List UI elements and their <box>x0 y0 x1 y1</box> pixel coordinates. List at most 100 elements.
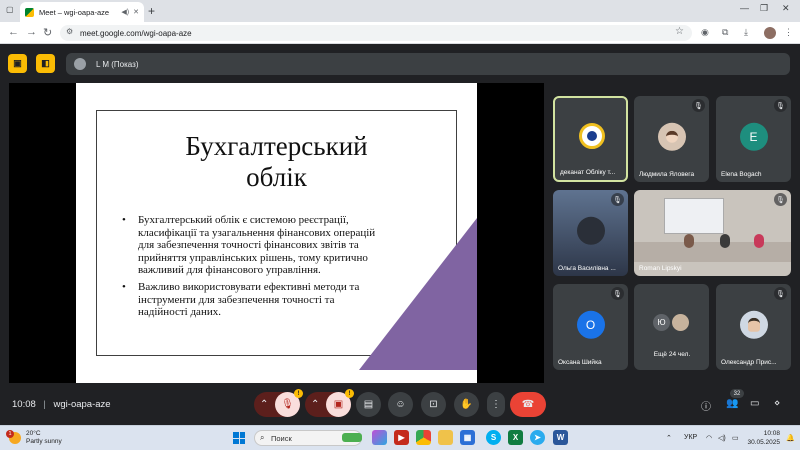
presenter-bar: L M (Показ) <box>66 53 790 75</box>
audio-options-icon[interactable]: ⌃ <box>260 399 268 410</box>
slide-bullets: Бухгалтерський облік є системою реєстрац… <box>122 214 384 323</box>
back-icon[interactable]: ← <box>8 26 19 38</box>
system-clock[interactable]: 10:08 30.05.2025 <box>746 429 780 447</box>
address-bar[interactable]: ⚙ meet.google.com/wgi-oapa-aze ☆ <box>60 25 692 41</box>
browser-tab-meet[interactable]: Meet – wgi-oapa-aze ◀) ✕ <box>20 2 144 22</box>
copilot-icon[interactable] <box>372 430 387 445</box>
start-menu-icon[interactable] <box>233 432 245 444</box>
meet-favicon-icon <box>25 7 34 17</box>
reload-icon[interactable]: ↻ <box>43 26 52 39</box>
camera-off-icon: ▣ <box>333 399 344 410</box>
hang-up-icon: ☎ <box>521 399 535 410</box>
weather-desc: Partly sunny <box>26 438 62 445</box>
presenter-label: L M (Показ) <box>96 59 139 69</box>
battery-icon[interactable]: ▭ <box>732 434 739 442</box>
participant-tile[interactable]: 🎙 E Elena Bogach <box>716 96 791 182</box>
word-icon[interactable]: W <box>553 430 568 445</box>
extension-icon[interactable]: ◉ <box>701 27 709 38</box>
camera-toggle-button[interactable]: ▣ ! <box>326 389 354 417</box>
participant-tile[interactable]: 🎙 О Оксана Шийка <box>553 284 628 370</box>
system-date: 30.05.2025 <box>747 439 780 446</box>
red-app-icon[interactable]: ▶ <box>394 430 409 445</box>
browser-tab-bar: ▢ Meet – wgi-oapa-aze ◀) ✕ + — ❐ ✕ <box>0 0 800 22</box>
language-indicator[interactable]: УКР <box>684 434 697 441</box>
search-highlight-icon[interactable] <box>340 430 364 445</box>
presenter-avatar <box>74 58 86 70</box>
present-screen-icon: ⊡ <box>429 399 438 410</box>
participant-avatar: E <box>739 122 768 151</box>
file-explorer-icon[interactable] <box>438 430 453 445</box>
participant-name: Оксана Шийка <box>558 359 602 366</box>
activities-icon[interactable]: ⋄ <box>774 398 780 409</box>
meeting-details-icon[interactable]: ⓘ <box>701 398 711 413</box>
stop-presenting-icon[interactable]: ▣ <box>8 54 27 73</box>
captions-button[interactable]: ▤ <box>356 392 381 417</box>
telegram-icon[interactable]: ➤ <box>530 430 545 445</box>
puzzle-icon[interactable]: ⧉ <box>722 27 728 38</box>
slide-title-line2: облік <box>246 162 307 192</box>
mic-muted-icon: 🎙 <box>774 287 787 300</box>
site-info-icon[interactable]: ⚙ <box>66 27 73 36</box>
browser-toolbar: ← → ↻ ⚙ meet.google.com/wgi-oapa-aze ☆ ◉… <box>0 22 800 44</box>
more-options-button[interactable]: ⋮ <box>487 392 505 417</box>
profile-avatar[interactable] <box>764 27 776 39</box>
camera-control-group: ⌃ ▣ ! <box>305 389 354 417</box>
participant-tile[interactable]: деканат Обліку т... <box>553 96 628 182</box>
wifi-icon[interactable]: ◠ <box>706 434 712 442</box>
notification-badge: 1 <box>6 430 14 438</box>
present-button[interactable]: ⊡ <box>421 392 446 417</box>
forward-icon[interactable]: → <box>26 26 37 38</box>
mic-off-icon: 🎙 <box>281 399 294 410</box>
participant-tile[interactable]: 🎙 Людмила Яловега <box>634 96 709 182</box>
audio-playing-icon[interactable]: ◀) <box>121 8 129 16</box>
leave-call-button[interactable]: ☎ <box>510 392 546 417</box>
more-vert-icon: ⋮ <box>491 399 501 410</box>
app-icon[interactable]: ▦ <box>460 430 475 445</box>
download-icon[interactable]: ⤓ <box>744 27 748 38</box>
excel-icon[interactable]: X <box>508 430 523 445</box>
chat-icon[interactable]: ▭ <box>750 398 759 409</box>
bookmark-star-icon[interactable]: ☆ <box>675 26 684 37</box>
skype-icon[interactable]: S <box>486 430 501 445</box>
video-options-icon[interactable]: ⌃ <box>311 399 319 410</box>
mic-muted-icon: 🎙 <box>692 99 705 112</box>
chrome-icon[interactable] <box>416 430 431 445</box>
emoji-icon: ☺ <box>395 399 406 410</box>
weather-widget[interactable]: 1 20°C Partly sunny <box>6 430 62 446</box>
presentation-area: Бухгалтерський облік Бухгалтерський облі… <box>9 83 544 383</box>
participant-tile-video[interactable]: 🎙 Roman Lipskyi <box>634 190 791 276</box>
maximize-icon[interactable]: ❐ <box>760 3 768 14</box>
people-icon[interactable]: 👥 <box>726 398 738 409</box>
more-participants-label: Ещё 24 чел. <box>653 351 691 358</box>
participant-name: деканат Обліку т... <box>560 169 616 176</box>
slide-bullet: Бухгалтерський облік є системою реєстрац… <box>122 214 384 277</box>
warning-badge-icon: ! <box>294 389 303 398</box>
more-participants-tile[interactable]: Ю Ещё 24 чел. <box>634 284 709 370</box>
tab-close-icon[interactable]: ✕ <box>133 8 139 16</box>
raise-hand-button[interactable]: ✋ <box>454 392 479 417</box>
tab-title: Meet – wgi-oapa-aze <box>39 7 110 17</box>
layout-icon[interactable]: ◧ <box>36 54 55 73</box>
tab-list-icon[interactable]: ▢ <box>6 5 14 14</box>
emoji-button[interactable]: ☺ <box>388 392 413 417</box>
menu-dots-icon[interactable]: ⋮ <box>784 27 793 38</box>
faculty-logo-icon <box>579 123 605 149</box>
meeting-code: wgi-oapa-aze <box>53 399 111 410</box>
participant-tile[interactable]: 🎙 Олександр Прис... <box>716 284 791 370</box>
participant-avatar: О <box>576 310 605 339</box>
participant-name: Ольга Василівна ... <box>558 265 616 272</box>
participant-photo <box>657 122 686 151</box>
participant-tile[interactable]: 🎙 Ольга Василівна ... <box>553 190 628 276</box>
notifications-bell-icon[interactable]: 🔔 <box>786 434 795 442</box>
minimize-icon[interactable]: — <box>740 3 749 13</box>
participant-photo <box>672 314 689 331</box>
mic-toggle-button[interactable]: 🎙 ! <box>275 389 303 417</box>
new-tab-button[interactable]: + <box>148 4 155 18</box>
search-icon: ⌕ <box>260 433 265 442</box>
volume-icon[interactable]: ◁) <box>718 434 726 442</box>
warning-badge-icon: ! <box>345 389 354 398</box>
windows-taskbar: 1 20°C Partly sunny ⌕ Поиск ▶ ▦ S X ➤ W … <box>0 425 800 450</box>
projector-screen <box>664 198 724 234</box>
close-window-icon[interactable]: ✕ <box>782 3 790 14</box>
tray-overflow-icon[interactable]: ⌃ <box>666 434 672 442</box>
